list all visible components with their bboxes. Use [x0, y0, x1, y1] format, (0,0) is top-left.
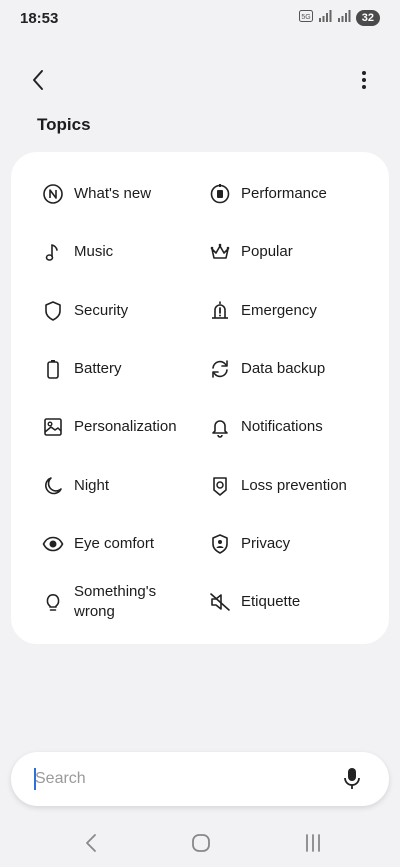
topic-label: Emergency — [241, 302, 317, 319]
topic-battery[interactable]: Battery — [42, 343, 122, 395]
text-caret — [34, 768, 36, 790]
topic-popular[interactable]: Popular — [209, 226, 293, 278]
battery-indicator: 32 — [355, 10, 380, 26]
crown-icon — [209, 241, 231, 263]
navigation-bar — [0, 818, 400, 867]
topic-label: Popular — [241, 243, 293, 260]
topic-label: Personalization — [74, 418, 177, 435]
loss-prevention-icon — [209, 475, 231, 497]
topic-label: Loss prevention — [241, 477, 347, 494]
status-time: 18:53 — [20, 10, 59, 27]
performance-icon — [209, 183, 231, 205]
image-icon — [42, 416, 64, 438]
nav-back-icon — [86, 834, 96, 852]
status-bar: 18:53 5G 32 — [0, 0, 400, 36]
topic-label: Security — [74, 302, 129, 319]
topic-label: Something's wrong — [74, 583, 157, 620]
lightbulb-icon — [42, 591, 64, 613]
music-note-icon — [42, 241, 64, 263]
nav-recents-button[interactable] — [298, 830, 328, 856]
nav-back-button[interactable] — [76, 830, 106, 856]
topic-privacy[interactable]: Privacy — [209, 518, 290, 570]
topic-label: Data backup — [241, 360, 326, 377]
search-bar — [11, 752, 389, 806]
topic-label: Battery — [74, 360, 122, 377]
battery-icon — [42, 358, 64, 380]
emergency-icon — [209, 300, 231, 322]
back-arrow-icon — [33, 70, 43, 90]
search-input[interactable] — [35, 768, 315, 790]
topic-eye-comfort[interactable]: Eye comfort — [42, 518, 154, 570]
topic-performance[interactable]: Performance — [209, 168, 327, 220]
moon-icon — [42, 475, 64, 497]
topic-loss-prevention[interactable]: Loss prevention — [209, 460, 347, 512]
topic-personalization[interactable]: Personalization — [42, 401, 177, 453]
privacy-shield-icon — [209, 533, 231, 555]
topic-etiquette[interactable]: Etiquette — [209, 576, 300, 628]
topic-whats-new[interactable]: What's new — [42, 168, 151, 220]
shield-icon — [42, 300, 64, 322]
topic-label: Night — [74, 477, 110, 494]
more-options-button[interactable] — [354, 64, 374, 96]
topic-somethings-wrong[interactable]: Something's wrong — [42, 576, 184, 628]
topic-security[interactable]: Security — [42, 285, 128, 337]
topic-label: Notifications — [241, 418, 323, 435]
back-button[interactable] — [24, 64, 52, 96]
topics-card: What's new Performance Music Popular Sec… — [11, 152, 389, 644]
5g-icon: 5G — [298, 9, 313, 27]
topic-notifications[interactable]: Notifications — [209, 401, 323, 453]
status-icons: 5G 32 — [298, 9, 380, 27]
n-circle-icon — [42, 183, 64, 205]
more-vertical-icon — [362, 71, 366, 89]
topic-label: Privacy — [241, 535, 291, 552]
signal-icon — [318, 9, 332, 27]
nav-home-icon — [192, 834, 210, 852]
page-title: Topics — [37, 115, 91, 134]
microphone-icon — [344, 768, 360, 789]
topic-data-backup[interactable]: Data backup — [209, 343, 325, 395]
mute-icon — [209, 591, 231, 613]
eye-icon — [42, 533, 64, 555]
topic-label: Performance — [241, 185, 327, 202]
sync-icon — [209, 358, 231, 380]
topic-emergency[interactable]: Emergency — [209, 285, 317, 337]
nav-home-button[interactable] — [186, 830, 216, 856]
topic-label: Eye comfort — [74, 535, 155, 552]
voice-search-button[interactable] — [339, 766, 365, 792]
topic-label: What's new — [74, 185, 152, 202]
bell-icon — [209, 416, 231, 438]
signal-icon-2 — [337, 9, 351, 27]
topic-night[interactable]: Night — [42, 460, 109, 512]
topic-label: Etiquette — [241, 593, 301, 610]
topic-music[interactable]: Music — [42, 226, 113, 278]
topic-label: Music — [74, 243, 114, 260]
svg-text:5G: 5G — [301, 14, 310, 21]
nav-recents-icon — [306, 834, 320, 852]
